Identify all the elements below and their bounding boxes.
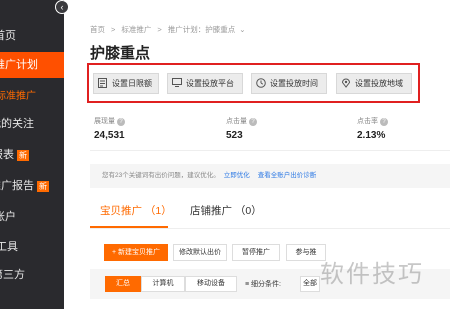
sidebar: 首页 推广计划 标准推广 我的关注 报表新 推广报告新 账户 工具 第三方	[0, 0, 64, 309]
sidebar-item-label: 推广报告	[0, 180, 34, 192]
breadcrumb-item-standard[interactable]: 标准推广	[121, 25, 151, 34]
sidebar-item-label: 账户	[0, 211, 16, 223]
pause-promotion-button[interactable]: 暂停推广	[232, 244, 280, 261]
breadcrumb: 首页 > 标准推广 > 推广计划：护膝重点 ⌄	[90, 24, 246, 35]
help-icon[interactable]: ?	[380, 118, 388, 126]
segment-mobile[interactable]: 移动设备	[185, 276, 237, 292]
chevron-down-icon[interactable]: ⌄	[239, 25, 245, 34]
stat-ctr: 点击率? 2.13%	[357, 116, 388, 141]
stat-impressions: 展现量? 24,531	[94, 116, 125, 141]
sidebar-item-label: 报表	[0, 149, 14, 161]
sidebar-item-label: 首页	[0, 30, 16, 42]
highlight-box: 设置日限额 设置投放平台 设置投放时间 设置投放地域	[87, 63, 420, 103]
stat-value: 2.13%	[357, 130, 386, 141]
filter-label: ≡ 细分条件:	[245, 279, 281, 289]
sidebar-item-label: 工具	[0, 241, 18, 253]
stat-label: 点击量	[226, 118, 247, 125]
watermark: 软件技巧	[320, 261, 424, 288]
location-icon	[341, 78, 351, 88]
filter-label-text: 细分条件:	[251, 281, 281, 288]
button-label: 设置投放时间	[270, 79, 318, 88]
sidebar-item-home[interactable]: 首页	[0, 27, 64, 43]
stat-value: 24,531	[94, 130, 125, 141]
segment-summary[interactable]: 汇总	[105, 276, 141, 292]
button-label: 设置日限额	[112, 79, 152, 88]
new-badge: 新	[17, 149, 29, 161]
stat-value: 523	[226, 130, 243, 141]
breadcrumb-separator: >	[111, 25, 116, 34]
sidebar-item-report[interactable]: 报表新	[0, 146, 64, 162]
new-badge: 新	[37, 180, 49, 192]
sidebar-item-label: 标准推广	[0, 91, 36, 102]
list-icon: ≡	[245, 281, 250, 288]
tab-divider	[90, 228, 450, 229]
sidebar-item-standard[interactable]: 标准推广	[0, 87, 64, 102]
breadcrumb-item-campaign[interactable]: 推广计划：护膝重点	[168, 25, 236, 34]
segment-computer[interactable]: 计算机	[141, 276, 185, 292]
sidebar-item-account[interactable]: 账户	[0, 208, 64, 224]
page-title: 护膝重点	[90, 45, 151, 62]
help-icon[interactable]: ?	[117, 118, 125, 126]
help-icon[interactable]: ?	[249, 118, 257, 126]
stat-label: 展现量	[94, 118, 115, 125]
collapse-sidebar-button[interactable]: ‹	[55, 0, 69, 14]
edit-default-bid-button[interactable]: 修改默认出价	[173, 244, 227, 261]
filter-select[interactable]: 全部	[300, 276, 320, 292]
budget-icon	[98, 78, 107, 88]
sidebar-item-promo-report[interactable]: 推广报告新	[0, 177, 64, 193]
sidebar-item-following[interactable]: 我的关注	[0, 115, 64, 131]
notice-text: 您有23个关键词有出价问题，建议优化。	[102, 172, 220, 179]
diagnosis-link[interactable]: 查看全账户出价诊断	[258, 172, 317, 179]
stat-clicks: 点击量? 523	[226, 116, 257, 141]
set-schedule-button[interactable]: 设置投放时间	[251, 73, 327, 94]
set-platform-button[interactable]: 设置投放平台	[167, 73, 243, 94]
button-label: 设置投放平台	[186, 79, 234, 88]
optimize-link[interactable]: 立即优化	[224, 172, 250, 179]
divider	[90, 150, 450, 151]
sidebar-item-tools[interactable]: 工具	[0, 238, 64, 254]
tab-item-promotion[interactable]: 宝贝推广 （1）	[100, 203, 172, 218]
platform-icon	[172, 78, 182, 87]
breadcrumb-item-home[interactable]: 首页	[90, 25, 105, 34]
clock-icon	[256, 78, 266, 88]
button-label: 设置投放地域	[355, 79, 403, 88]
sidebar-item-label: 我的关注	[0, 118, 34, 130]
set-daily-budget-button[interactable]: 设置日限额	[93, 73, 159, 94]
bid-notice: 您有23个关键词有出价问题，建议优化。 立即优化 查看全账户出价诊断	[90, 164, 450, 188]
tab-shop-promotion[interactable]: 店铺推广 （0）	[190, 203, 262, 218]
sidebar-item-third-party[interactable]: 第三方	[0, 266, 64, 282]
set-region-button[interactable]: 设置投放地域	[336, 73, 412, 94]
new-item-promotion-button[interactable]: + 新建宝贝推广	[104, 244, 168, 261]
stat-label: 点击率	[357, 118, 378, 125]
sidebar-item-campaign[interactable]: 推广计划	[0, 52, 64, 78]
sidebar-item-label: 推广计划	[0, 59, 38, 71]
chevron-left-icon: ‹	[60, 2, 64, 12]
sidebar-item-label: 第三方	[0, 269, 25, 281]
breadcrumb-separator: >	[157, 25, 162, 34]
